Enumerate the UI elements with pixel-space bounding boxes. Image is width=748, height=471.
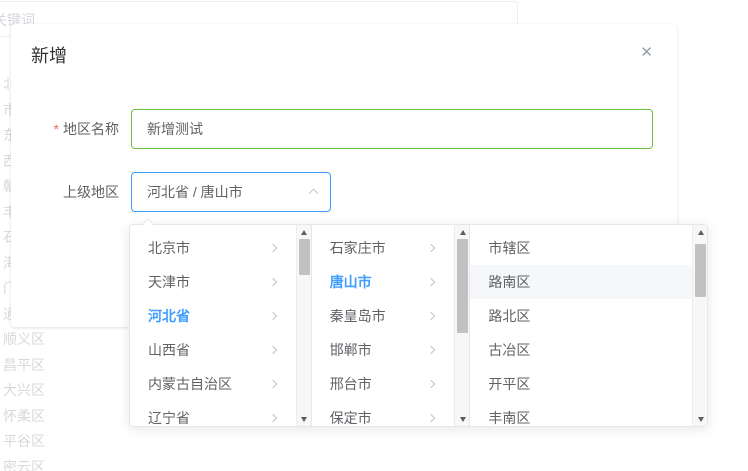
cascader-district-column: 市辖区 路南区 路北区 古冶区 开平区 丰南区 xyxy=(470,225,707,426)
chevron-right-icon xyxy=(268,244,276,252)
chevron-right-icon xyxy=(427,346,435,354)
cascader-option-label: 北京市 xyxy=(148,231,270,265)
cascader-option[interactable]: 辽宁省 xyxy=(130,401,296,426)
chevron-right-icon xyxy=(427,244,435,252)
close-icon[interactable]: ✕ xyxy=(640,44,653,62)
cascader-option[interactable]: 路南区 xyxy=(470,265,692,299)
cascader-option[interactable]: 古冶区 xyxy=(470,333,692,367)
triangle-up-icon xyxy=(301,230,307,235)
cascader-option[interactable]: 秦皇岛市 xyxy=(312,299,455,333)
chevron-right-icon xyxy=(427,380,435,388)
cascader-option-label: 唐山市 xyxy=(330,265,429,299)
scroll-down-button[interactable] xyxy=(297,412,312,426)
scrollbar-thumb[interactable] xyxy=(695,244,706,297)
cascader-option-label: 古冶区 xyxy=(488,333,656,367)
background-region-item: 密云区 xyxy=(3,455,59,471)
chevron-right-icon xyxy=(427,414,435,422)
scroll-up-button[interactable] xyxy=(455,225,470,239)
cascader-province-column: 北京市 天津市 河北省 山西省 内蒙古自治区 辽宁省 xyxy=(130,225,312,426)
cascader-option-label: 秦皇岛市 xyxy=(330,299,429,333)
parent-region-label-text: 上级地区 xyxy=(63,184,119,200)
cascader-option[interactable]: 河北省 xyxy=(130,299,296,333)
background-region-item: 大兴区 xyxy=(3,378,59,404)
triangle-down-icon xyxy=(698,417,704,422)
cascader-option[interactable]: 路北区 xyxy=(470,299,692,333)
scroll-down-button[interactable] xyxy=(693,412,707,426)
scrollbar[interactable] xyxy=(692,225,707,426)
cascader-option[interactable]: 市辖区 xyxy=(470,231,692,265)
chevron-right-icon xyxy=(268,312,276,320)
chevron-right-icon xyxy=(268,278,276,286)
region-name-label: *地区名称 xyxy=(31,119,131,139)
cascader-option[interactable]: 天津市 xyxy=(130,265,296,299)
chevron-right-icon xyxy=(268,380,276,388)
cascader-option-label: 路南区 xyxy=(488,265,656,299)
cascader-option[interactable]: 邯郸市 xyxy=(312,333,455,367)
cascader-option-label: 石家庄市 xyxy=(330,231,429,265)
background-region-item: 平谷区 xyxy=(3,429,59,455)
background-region-item: 顺义区 xyxy=(3,327,59,353)
cascader-option[interactable]: 石家庄市 xyxy=(312,231,455,265)
cascader-province-options: 北京市 天津市 河北省 山西省 内蒙古自治区 辽宁省 xyxy=(130,231,311,426)
cascader-option-label: 河北省 xyxy=(148,299,270,333)
cascader-option[interactable]: 开平区 xyxy=(470,367,692,401)
cascader-option[interactable]: 北京市 xyxy=(130,231,296,265)
cascader-option-label: 邢台市 xyxy=(330,367,429,401)
background-region-item: 怀柔区 xyxy=(3,404,59,430)
chevron-right-icon xyxy=(268,346,276,354)
cascader-option-label: 保定市 xyxy=(330,401,429,426)
scrollbar[interactable] xyxy=(454,225,469,426)
cascader-city-options: 石家庄市 唐山市 秦皇岛市 邯郸市 邢台市 保定市 xyxy=(312,231,470,426)
scrollbar[interactable] xyxy=(296,225,311,426)
parent-region-value: 河北省 / 唐山市 xyxy=(147,182,243,202)
triangle-down-icon xyxy=(301,417,307,422)
parent-region-label: 上级地区 xyxy=(31,182,131,202)
scroll-up-button[interactable] xyxy=(297,225,312,239)
region-name-label-text: 地区名称 xyxy=(63,121,119,137)
cascader-option[interactable]: 内蒙古自治区 xyxy=(130,367,296,401)
cascader-option-label: 市辖区 xyxy=(488,231,656,265)
region-name-input[interactable] xyxy=(131,109,653,149)
parent-region-select[interactable]: 河北省 / 唐山市 xyxy=(131,172,331,212)
scrollbar-thumb[interactable] xyxy=(457,239,468,333)
cascader-option-label: 丰南区 xyxy=(488,401,656,426)
cascader-district-options: 市辖区 路南区 路北区 古冶区 开平区 丰南区 xyxy=(470,231,707,426)
cascader-option-label: 路北区 xyxy=(488,299,656,333)
background-region-item: 昌平区 xyxy=(3,353,59,379)
chevron-right-icon xyxy=(268,414,276,422)
cascader-option[interactable]: 邢台市 xyxy=(312,367,455,401)
cascader-option-label: 内蒙古自治区 xyxy=(148,367,270,401)
chevron-up-icon xyxy=(309,188,319,198)
screen: 关键词 北京市市辖区东城区西城区朝阳区丰台区石景山区海淀区门头沟区通州区顺义区昌… xyxy=(0,0,748,471)
cascader-option-label: 山西省 xyxy=(148,333,270,367)
parent-region-row: 上级地区 河北省 / 唐山市 xyxy=(31,172,331,212)
scroll-down-button[interactable] xyxy=(455,412,470,426)
triangle-down-icon xyxy=(460,417,466,422)
required-asterisk: * xyxy=(54,121,59,137)
chevron-right-icon xyxy=(427,312,435,320)
triangle-up-icon xyxy=(460,230,466,235)
chevron-right-icon xyxy=(427,278,435,286)
cascader-option-label: 开平区 xyxy=(488,367,656,401)
cascader-option[interactable]: 丰南区 xyxy=(470,401,692,426)
scroll-up-button[interactable] xyxy=(693,225,707,239)
cascader-option[interactable]: 山西省 xyxy=(130,333,296,367)
cascader-option-label: 辽宁省 xyxy=(148,401,270,426)
cascader-option[interactable]: 唐山市 xyxy=(312,265,455,299)
cascader-option[interactable]: 保定市 xyxy=(312,401,455,426)
triangle-up-icon xyxy=(698,230,704,235)
cascader-dropdown: 北京市 天津市 河北省 山西省 内蒙古自治区 辽宁省 xyxy=(129,224,708,427)
region-name-row: *地区名称 xyxy=(31,109,653,149)
scrollbar-thumb[interactable] xyxy=(299,239,310,275)
dialog-title: 新增 xyxy=(31,44,67,68)
cascader-option-label: 天津市 xyxy=(148,265,270,299)
cascader-option-label: 邯郸市 xyxy=(330,333,429,367)
cascader-city-column: 石家庄市 唐山市 秦皇岛市 邯郸市 邢台市 保定市 xyxy=(312,225,471,426)
